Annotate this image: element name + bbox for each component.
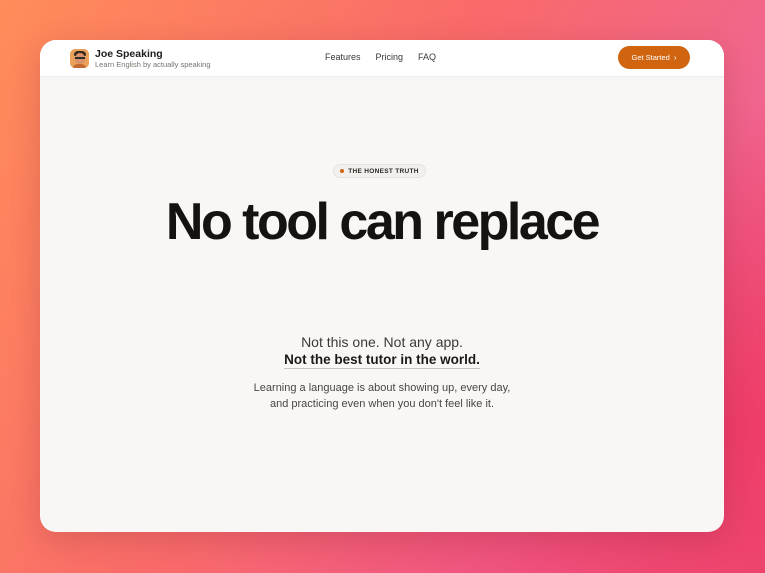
get-started-button[interactable]: Get Started › [618, 46, 690, 69]
eyebrow-badge: THE HONEST TRUTH [333, 164, 426, 178]
hero-body-line-2: and practicing even when you don't feel … [269, 398, 495, 410]
hero-subline-2: Not the best tutor in the world. [40, 352, 724, 369]
dot-icon [340, 169, 345, 173]
nav-links: Features Pricing FAQ [325, 52, 436, 62]
hero-body-line-1: Learning a language is about showing up,… [253, 382, 511, 394]
brand[interactable]: Joe Speaking Learn English by actually s… [70, 48, 211, 69]
brand-text: Joe Speaking Learn English by actually s… [95, 48, 211, 69]
avatar [70, 49, 89, 68]
nav-link-pricing[interactable]: Pricing [376, 52, 404, 62]
app-window: Joe Speaking Learn English by actually s… [40, 40, 724, 532]
chevron-right-icon: › [673, 53, 677, 62]
brand-name: Joe Speaking [95, 48, 163, 60]
get-started-label: Get Started [631, 53, 670, 62]
brand-tagline: Learn English by actually speaking [95, 60, 211, 69]
hero-subline-2-text: Not the best tutor in the world. [284, 352, 480, 369]
eyebrow-label: THE HONEST TRUTH [348, 167, 419, 175]
nav-link-features[interactable]: Features [325, 52, 361, 62]
top-navbar: Joe Speaking Learn English by actually s… [40, 40, 724, 77]
nav-link-faq[interactable]: FAQ [418, 52, 436, 62]
hero-subline-1: Not this one. Not any app. [301, 334, 463, 350]
hero-headline: No tool can replace [165, 193, 601, 251]
